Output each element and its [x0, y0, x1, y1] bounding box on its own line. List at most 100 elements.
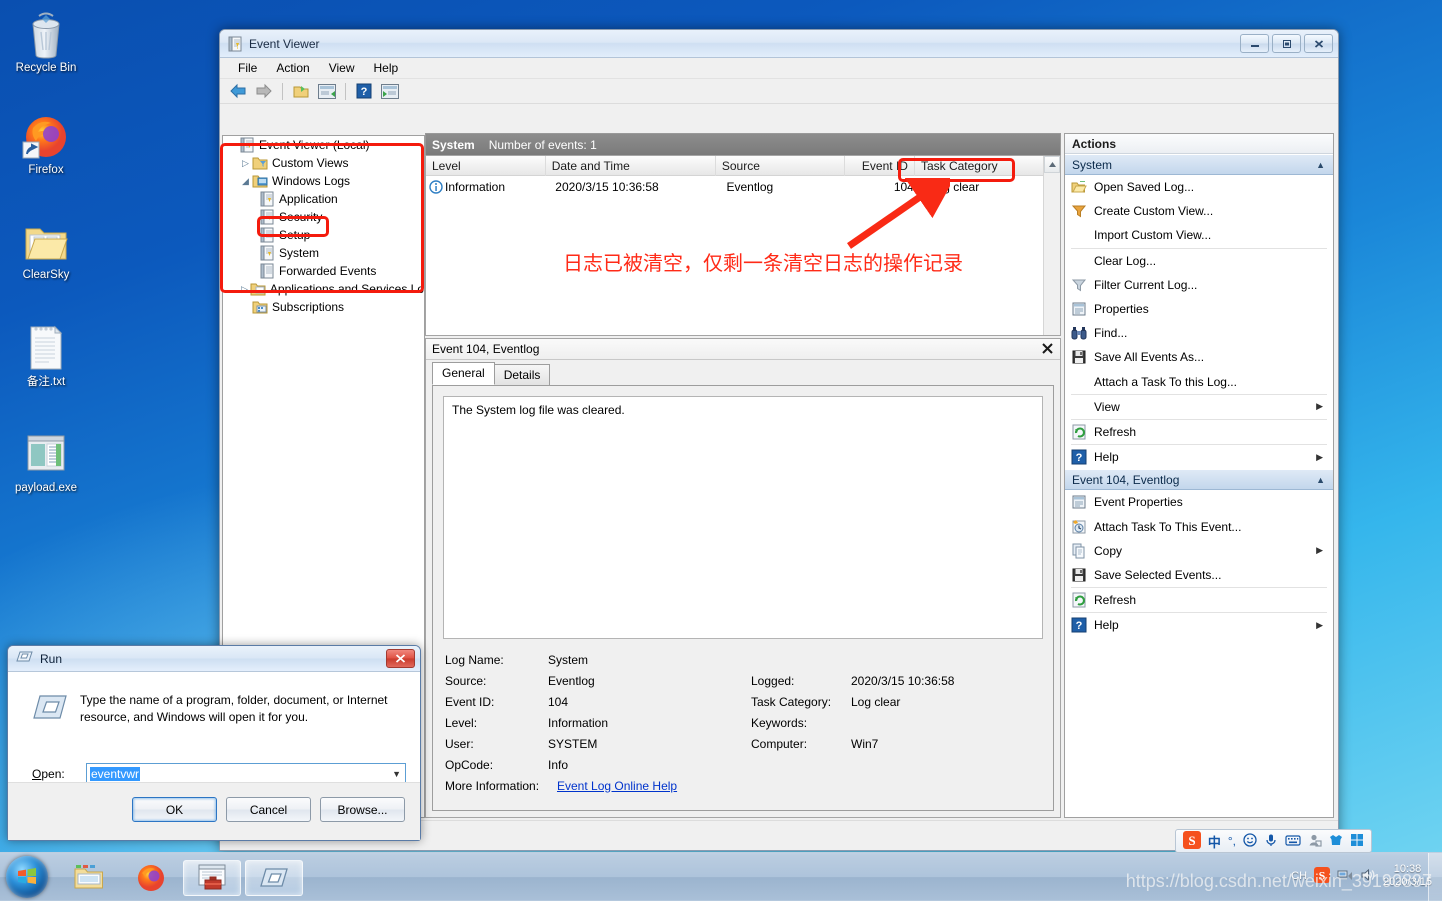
menu-file[interactable]: File	[230, 59, 265, 77]
minimize-button[interactable]	[1240, 34, 1269, 53]
action-label: Refresh	[1094, 593, 1137, 608]
taskbar-clock[interactable]: 10:38 2020/3/15	[1383, 863, 1432, 889]
close-button[interactable]	[1304, 34, 1333, 53]
action-help[interactable]: ? Help ▶	[1065, 445, 1333, 469]
svg-text:?: ?	[361, 86, 368, 98]
properties-icon[interactable]	[315, 80, 339, 102]
action-refresh-event[interactable]: Refresh	[1065, 588, 1333, 612]
desktop-icon-clearsky[interactable]: ClearSky	[0, 215, 92, 282]
action-attach-task-to-this-event[interactable]: Attach Task To This Event...	[1065, 514, 1333, 538]
chevron-up-icon[interactable]: ▲	[1316, 160, 1325, 170]
maximize-button[interactable]	[1272, 34, 1301, 53]
event-list[interactable]: Level Date and Time Source Event ID Task…	[425, 155, 1061, 336]
action-clear-log[interactable]: Clear Log...	[1065, 249, 1333, 273]
event-viewer-titlebar[interactable]: Event Viewer	[220, 30, 1338, 58]
ime-mode-chinese[interactable]: 中	[1208, 832, 1221, 851]
system-tray[interactable]: CH S 10:38 2020/3/15	[1291, 863, 1432, 889]
scroll-up-arrow-icon[interactable]	[1044, 156, 1060, 173]
menu-view[interactable]: View	[321, 59, 363, 77]
field-row-more-information: More Information: Event Log Online Help	[445, 775, 1043, 796]
sogou-icon[interactable]: S	[1314, 866, 1331, 886]
taskbar[interactable]: S 中 °, CH S 10:38 2020/3/15	[0, 829, 1442, 901]
actions-group-header-event[interactable]: Event 104, Eventlog ▲	[1065, 469, 1333, 491]
desktop-icon-firefox[interactable]: Firefox	[0, 110, 92, 177]
network-icon[interactable]	[1337, 868, 1353, 885]
action-properties[interactable]: Properties	[1065, 297, 1333, 321]
user-icon[interactable]	[1308, 833, 1322, 850]
skin-icon[interactable]	[1329, 833, 1343, 850]
menu-action[interactable]: Action	[268, 59, 317, 77]
run-dialog[interactable]: Run Type the name of a program, folder, …	[7, 645, 421, 841]
ime-punctuation-toggle[interactable]: °,	[1228, 834, 1236, 848]
event-list-scrollbar[interactable]	[1043, 156, 1060, 335]
back-arrow-icon[interactable]	[226, 80, 250, 102]
close-icon[interactable]	[1042, 342, 1053, 356]
action-view[interactable]: View ▶	[1065, 395, 1333, 419]
event-details-tabs[interactable]: General Details	[426, 362, 1060, 386]
column-header-source[interactable]: Source	[716, 155, 845, 176]
field-value-2: Log clear	[851, 694, 901, 709]
actions-group-header-system[interactable]: System ▲	[1065, 154, 1333, 175]
show-hide-console-tree-icon[interactable]	[289, 80, 313, 102]
toolbar[interactable]: ?	[220, 79, 1338, 104]
desktop-icon-notes-txt[interactable]: 备注.txt	[0, 322, 92, 389]
action-refresh[interactable]: Refresh	[1065, 420, 1333, 444]
tray-language-indicator[interactable]: CH	[1291, 870, 1307, 882]
taskbar-explorer[interactable]	[60, 860, 118, 896]
action-open-saved-log[interactable]: Open Saved Log...	[1065, 175, 1333, 199]
action-create-custom-view[interactable]: Create Custom View...	[1065, 199, 1333, 223]
smiley-icon[interactable]	[1243, 832, 1257, 850]
taskbar-toolbox-window[interactable]	[183, 860, 241, 896]
action-event-properties[interactable]: Event Properties	[1065, 490, 1333, 514]
start-button[interactable]	[6, 856, 48, 898]
chevron-down-icon[interactable]: ▼	[392, 769, 401, 779]
cancel-button[interactable]: Cancel	[226, 797, 311, 822]
action-save-all-events-as[interactable]: Save All Events As...	[1065, 345, 1333, 369]
microphone-icon[interactable]	[1264, 833, 1278, 850]
desktop-icon-label: 备注.txt	[26, 376, 66, 388]
event-count: Number of events: 1	[488, 137, 597, 152]
ime-toolbar[interactable]: S 中 °,	[1174, 829, 1372, 853]
action-find[interactable]: Find...	[1065, 321, 1333, 345]
ok-button[interactable]: OK	[132, 797, 217, 822]
action-attach-a-task-to-this-log[interactable]: Attach a Task To this Log...	[1065, 370, 1333, 394]
field-value: Information	[548, 715, 609, 730]
desktop-icon-label: payload.exe	[14, 482, 78, 494]
menu-help[interactable]: Help	[366, 59, 407, 77]
browse-button[interactable]: Browse...	[320, 797, 405, 822]
sogou-logo-icon[interactable]: S	[1182, 830, 1201, 852]
desktop-icon-recycle-bin[interactable]: Recycle Bin	[0, 8, 92, 75]
event-log-online-help-link[interactable]: Event Log Online Help	[557, 779, 677, 793]
keyboard-icon[interactable]	[1285, 834, 1301, 849]
desktop-icon-payload-exe[interactable]: payload.exe	[0, 428, 92, 495]
help-icon[interactable]: ?	[352, 80, 376, 102]
column-header-level[interactable]: Level	[426, 155, 546, 176]
copy-icon	[1071, 543, 1087, 559]
taskbar-run-window[interactable]	[245, 860, 303, 896]
chevron-up-icon[interactable]: ▲	[1316, 475, 1325, 485]
taskbar-firefox[interactable]	[122, 860, 180, 896]
run-dialog-titlebar[interactable]: Run	[8, 646, 420, 672]
show-desktop-button[interactable]	[1428, 853, 1442, 901]
action-save-selected-events[interactable]: Save Selected Events...	[1065, 563, 1333, 587]
column-header-date-time[interactable]: Date and Time	[546, 155, 716, 176]
action-label: Find...	[1094, 326, 1128, 341]
tab-details[interactable]: Details	[493, 364, 551, 386]
svg-text:?: ?	[1076, 452, 1083, 464]
action-help-event[interactable]: ? Help ▶	[1065, 613, 1333, 637]
tab-general[interactable]: General	[432, 362, 495, 385]
menu-icon[interactable]	[1350, 833, 1364, 850]
action-import-custom-view[interactable]: Import Custom View...	[1065, 223, 1333, 247]
volume-icon[interactable]	[1360, 868, 1376, 885]
show-hide-action-pane-icon[interactable]	[378, 80, 402, 102]
actions-group-label: System	[1072, 157, 1113, 172]
field-label: More Information:	[445, 778, 540, 793]
run-dialog-footer: OK Cancel Browse...	[8, 782, 420, 840]
refresh-icon	[1071, 592, 1087, 608]
menubar[interactable]: File Action View Help	[220, 58, 1338, 79]
action-filter-current-log[interactable]: Filter Current Log...	[1065, 273, 1333, 297]
close-button[interactable]	[386, 649, 415, 668]
forward-arrow-icon[interactable]	[252, 80, 276, 102]
action-copy[interactable]: Copy ▶	[1065, 539, 1333, 563]
tree-node-subscriptions[interactable]: Subscriptions	[223, 298, 424, 316]
